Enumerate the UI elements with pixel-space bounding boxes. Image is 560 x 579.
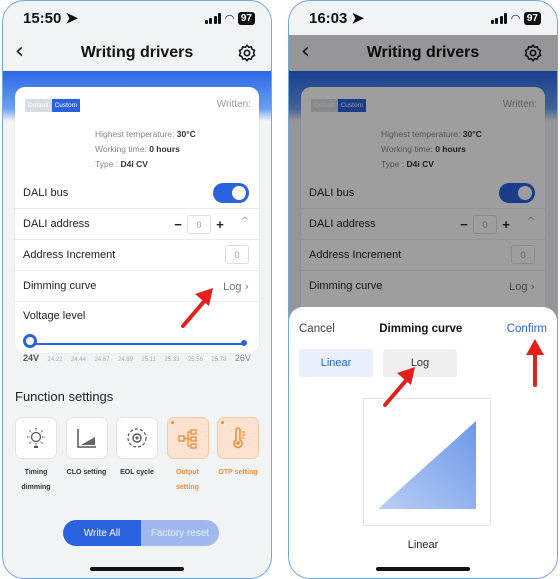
annotation-arrow-icon [181, 288, 213, 328]
function-otp-setting[interactable]: OTP setting [215, 417, 261, 495]
voltage-tick: 24.44 [70, 357, 86, 363]
function-label: Timing dimming [21, 469, 51, 491]
working-time-info: Working time: 0 hours [95, 144, 180, 154]
option-linear[interactable]: Linear [299, 349, 373, 377]
dimming-curve-row[interactable]: Dimming curve Log › [15, 270, 259, 301]
sheet-header: Cancel Dimming curve Confirm [299, 323, 547, 335]
linear-curve-graphic [378, 421, 476, 509]
function-clo-setting[interactable]: CLO setting [64, 417, 110, 495]
function-label: Output setting [176, 469, 199, 491]
signal-icon [490, 12, 508, 24]
address-increment-input[interactable]: 0 [225, 245, 249, 264]
battery-indicator: 97 [523, 11, 541, 25]
address-increment-label: Address Increment [23, 249, 116, 261]
function-label: OTP setting [218, 469, 258, 476]
function-label: CLO setting [66, 469, 107, 476]
temperature-info: Highest temperature: 30°C [95, 129, 196, 139]
function-settings-title: Function settings [15, 389, 114, 404]
voltage-tick: 24.67 [94, 357, 110, 363]
status-bar: 15:50 ➤ ◠ 97 [3, 1, 271, 35]
mode-default[interactable]: Default [25, 99, 52, 112]
write-all-button[interactable]: Write All [63, 520, 141, 546]
chevron-up-icon[interactable]: ^ [241, 216, 249, 227]
annotation-arrow-icon [526, 339, 544, 387]
function-label: EOL cycle [120, 469, 154, 476]
function-grid: Timing dimming CLO setting EOL cycle Out… [13, 417, 261, 495]
home-indicator [376, 567, 470, 571]
battery-indicator: 97 [237, 11, 255, 25]
dali-bus-label: DALI bus [23, 186, 69, 199]
dimming-curve-label: Dimming curve [23, 280, 97, 292]
function-eol-cycle[interactable]: EOL cycle [114, 417, 160, 495]
function-output-setting[interactable]: Output setting [165, 417, 211, 495]
voltage-level-row: Voltage level [15, 301, 259, 327]
increment-button[interactable]: + [211, 215, 229, 234]
voltage-tick: 24V [23, 353, 40, 363]
curve-preview [363, 398, 491, 526]
decrement-button[interactable]: − [169, 215, 187, 234]
voltage-tick: 24.89 [117, 357, 133, 363]
thermometer-icon [217, 417, 259, 459]
address-increment-row: Address Increment 0 [15, 239, 259, 270]
factory-reset-button[interactable]: Factory reset [141, 520, 219, 546]
nav-bar: ‹ Writing drivers [3, 35, 271, 71]
wifi-icon: ◠ [225, 11, 234, 25]
sheet-title: Dimming curve [379, 323, 463, 335]
confirm-button[interactable]: Confirm [507, 323, 547, 335]
dali-address-input[interactable]: 0 [187, 215, 211, 234]
clo-chart-icon [65, 417, 108, 459]
dali-bus-toggle[interactable] [213, 183, 249, 203]
function-timing-dimming[interactable]: Timing dimming [13, 417, 59, 495]
cycle-gear-icon [116, 417, 158, 459]
signal-icon [204, 12, 222, 24]
phone-screen-right: 16:03 ➤ ◠ 97 ‹ Writing drivers Default C… [288, 0, 558, 579]
dali-bus-row: DALI bus [15, 177, 259, 208]
dimming-curve-value[interactable]: Log › [223, 280, 249, 293]
driver-settings-card: Default Custom Written: Highest temperat… [15, 87, 259, 353]
voltage-tick: 25.11 [141, 357, 156, 363]
voltage-ticks: 24V 24.22 24.44 24.67 24.89 25.11 25.33 … [23, 353, 251, 363]
sun-timer-icon [15, 417, 57, 459]
voltage-tick: 25.78 [211, 357, 227, 363]
bottom-action-bar: Write All Factory reset [63, 520, 219, 546]
voltage-tick: 26V [234, 353, 251, 363]
type-info: Type : D4i CV [95, 159, 148, 169]
mode-toggle[interactable]: Default Custom [25, 99, 81, 112]
back-icon[interactable]: ‹ [15, 39, 24, 64]
dimming-curve-sheet: Cancel Dimming curve Confirm Linear Log … [289, 307, 557, 578]
cancel-button[interactable]: Cancel [299, 323, 335, 335]
status-time: 15:50 ➤ [23, 10, 79, 27]
voltage-level-label: Voltage level [23, 310, 86, 322]
home-indicator [90, 567, 184, 571]
status-time: 16:03 ➤ [309, 10, 365, 27]
curve-preview-label: Linear [407, 539, 439, 551]
mode-custom[interactable]: Custom [51, 99, 81, 112]
voltage-tick: 24.22 [47, 357, 63, 363]
wifi-icon: ◠ [511, 11, 520, 25]
written-label: Written: [216, 99, 251, 110]
chevron-right-icon: › [244, 280, 249, 293]
output-nodes-icon [166, 417, 209, 459]
phone-screen-left: 15:50 ➤ ◠ 97 ‹ Writing drivers Default C… [2, 0, 272, 579]
page-title: Writing drivers [80, 44, 194, 61]
voltage-tick: 25.33 [164, 357, 180, 363]
dali-address-row: DALI address − 0 + ^ [15, 208, 259, 239]
dali-address-label: DALI address [23, 218, 90, 230]
status-bar: 16:03 ➤ ◠ 97 [289, 1, 557, 35]
voltage-tick: 25.56 [187, 357, 203, 363]
settings-gear-icon[interactable] [237, 43, 257, 63]
dali-address-stepper: − 0 + [169, 215, 229, 234]
annotation-arrow-icon [383, 367, 415, 407]
